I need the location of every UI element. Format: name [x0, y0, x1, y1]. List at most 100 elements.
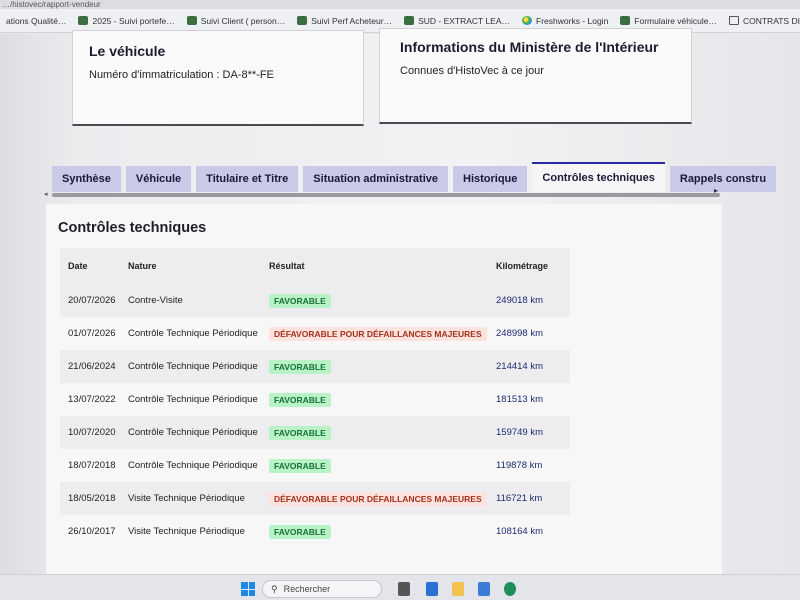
scroll-left-icon[interactable]: ◂ [44, 190, 48, 198]
cell-result: FAVORABLE [267, 293, 492, 308]
status-badge: FAVORABLE [269, 458, 331, 473]
bookmark-item[interactable]: CONTRATS DISTAN… [723, 16, 800, 26]
bookmark-item[interactable]: Suivi Client ( person… [181, 16, 292, 26]
tab-5[interactable]: Contrôles techniques [532, 162, 665, 192]
bookmark-label: Suivi Client ( person… [200, 15, 286, 26]
task-view-icon[interactable] [398, 582, 410, 596]
cell-result: FAVORABLE [267, 359, 492, 374]
cell-nature: Visite Technique Périodique [128, 526, 245, 537]
status-badge: FAVORABLE [269, 293, 331, 308]
header-result: Résultat [269, 261, 305, 271]
bookmark-label: Formulaire véhicule… [634, 15, 717, 26]
sheet-icon [297, 16, 308, 25]
cell-nature: Contrôle Technique Périodique [128, 394, 258, 405]
cell-result: FAVORABLE [267, 524, 492, 539]
taskbar-search[interactable]: ⚲ Rechercher [262, 580, 382, 598]
cell-nature: Contrôle Technique Périodique [128, 361, 258, 372]
status-badge: FAVORABLE [269, 425, 331, 440]
cell-nature: Contrôle Technique Périodique [128, 460, 258, 471]
cell-km: 214414 km [496, 361, 544, 372]
cell-date: 10/07/2020 [68, 427, 116, 438]
cell-result: FAVORABLE [267, 425, 492, 440]
cell-nature: Contrôle Technique Périodique [128, 328, 258, 339]
tab-2[interactable]: Titulaire et Titre [196, 166, 299, 192]
tab-6[interactable]: Rappels constru [669, 166, 777, 192]
windows-start-icon[interactable] [241, 582, 255, 596]
cell-km: 249018 km [496, 295, 544, 306]
vehicle-card-title: Le véhicule [89, 43, 166, 59]
status-badge: FAVORABLE [269, 524, 331, 539]
cell-km: 116721 km [496, 493, 543, 504]
bookmark-item[interactable]: Formulaire véhicule… [614, 16, 723, 26]
panel-title: Contrôles techniques [58, 220, 207, 236]
ministry-card-subtitle: Connues d'HistoVec à ce jour [400, 65, 544, 77]
cell-date: 26/10/2017 [68, 526, 116, 537]
freshworks-icon [522, 16, 533, 25]
bookmark-label: ations Qualité… [6, 15, 67, 26]
taskbar: ⚲ Rechercher [0, 574, 800, 600]
tab-3[interactable]: Situation administrative [303, 166, 448, 192]
sheet-icon [78, 16, 89, 25]
cell-nature: Contre-Visite [128, 295, 183, 306]
vehicle-card: Le véhicule Numéro d'immatriculation : D… [72, 30, 364, 126]
table-row: 01/07/2026 Contrôle Technique Périodique D… [60, 317, 570, 350]
controls-table: Date Nature Résultat Kilométrage 20/07/2… [60, 248, 570, 548]
table-row: 21/06/2024 Contrôle Technique Périodique F… [60, 350, 570, 383]
cell-date: 20/07/2026 [68, 295, 116, 306]
cell-date: 18/05/2018 [68, 493, 116, 504]
cell-km: 248998 km [496, 328, 544, 339]
header-km: Kilométrage [496, 261, 549, 271]
table-row: 18/07/2018 Contrôle Technique Périodique F… [60, 449, 570, 482]
bookmark-item[interactable]: 2025 - Suivi portefe… [72, 16, 180, 26]
cell-date: 18/07/2018 [68, 460, 116, 471]
tab-1[interactable]: Véhicule [125, 166, 192, 192]
cell-nature: Visite Technique Périodique [128, 493, 245, 504]
cell-result: FAVORABLE [267, 458, 492, 473]
cell-km: 119878 km [496, 460, 543, 471]
bookmark-label: Freshworks - Login [536, 15, 609, 26]
cell-date: 21/06/2024 [68, 361, 116, 372]
sheet-icon [186, 16, 197, 25]
status-badge: DÉFAVORABLE POUR DÉFAILLANCES MAJEURES [269, 326, 487, 341]
folder-icon [728, 16, 739, 25]
cell-date: 01/07/2026 [68, 328, 116, 339]
table-body: 20/07/2026 Contre-Visite FAVORABLE 249018 k… [60, 284, 570, 548]
cell-km: 181513 km [496, 394, 544, 405]
bookmark-label: Suivi Perf Acheteur… [311, 15, 393, 26]
cell-result: DÉFAVORABLE POUR DÉFAILLANCES MAJEURES [267, 491, 492, 506]
address-bar[interactable]: …/histovec/rapport-vendeur [0, 0, 800, 9]
file-explorer-icon[interactable] [452, 582, 464, 596]
store-icon[interactable] [478, 582, 490, 596]
report-tabs: Synthèse Véhicule Titulaire et Titre Situat… [52, 160, 777, 192]
table-row: 18/05/2018 Visite Technique Périodique DÉF… [60, 482, 570, 515]
bookmark-item[interactable]: ations Qualité… [0, 16, 72, 26]
bookmark-item[interactable]: Suivi Perf Acheteur… [291, 16, 398, 26]
cell-nature: Contrôle Technique Périodique [128, 427, 258, 438]
cell-km: 108164 km [496, 526, 544, 537]
ministry-card: Informations du Ministère de l'Intérieur… [379, 28, 692, 124]
page-content: Le véhicule Numéro d'immatriculation : D… [0, 28, 800, 576]
sheet-icon [404, 16, 415, 25]
plate-number: Numéro d'immatriculation : DA-8**-FE [89, 69, 274, 81]
app-icon[interactable] [426, 582, 438, 596]
scroll-right-icon[interactable]: ▸ [714, 186, 718, 195]
bookmark-item[interactable]: Freshworks - Login [516, 16, 614, 26]
search-icon: ⚲ [271, 583, 278, 594]
table-row: 26/10/2017 Visite Technique Périodique FAV… [60, 515, 570, 548]
bookmark-label: SUD - EXTRACT LEA… [418, 15, 511, 26]
bookmark-label: 2025 - Suivi portefe… [92, 15, 175, 26]
header-nature: Nature [128, 261, 157, 271]
search-placeholder: Rechercher [283, 584, 331, 594]
header-date: Date [68, 261, 88, 271]
table-row: 13/07/2022 Contrôle Technique Périodique F… [60, 383, 570, 416]
controls-panel: Contrôles techniques Date Nature Résulta… [46, 204, 722, 576]
status-badge: FAVORABLE [269, 392, 331, 407]
tab-0[interactable]: Synthèse [52, 166, 121, 192]
status-badge: FAVORABLE [269, 359, 331, 374]
tab-4[interactable]: Historique [453, 166, 528, 192]
bookmark-item[interactable]: SUD - EXTRACT LEA… [398, 16, 516, 26]
cell-date: 13/07/2022 [68, 394, 116, 405]
browser-icon[interactable] [504, 582, 516, 596]
cell-result: DÉFAVORABLE POUR DÉFAILLANCES MAJEURES [267, 326, 492, 341]
tabs-scrollbar[interactable] [52, 193, 720, 197]
